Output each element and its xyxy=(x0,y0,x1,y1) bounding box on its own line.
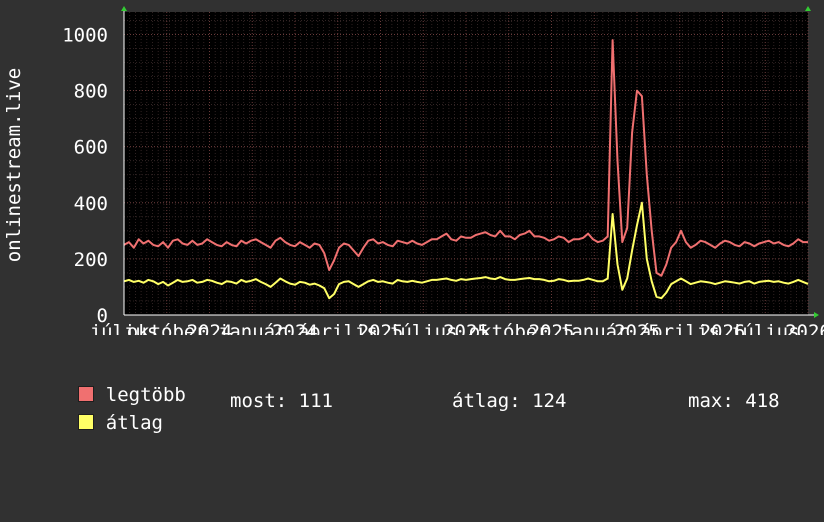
x-tick-label: 2026 xyxy=(785,321,824,335)
stat-max: max: 418 xyxy=(688,390,780,412)
legend-row-avg: átlag most: 111 átlag: 124 max: 418 xyxy=(32,390,812,522)
y-axis-label: onlinestream.live xyxy=(3,68,25,262)
chart-root: 0 200 400 600 800 1000 július október 2024 január… xyxy=(0,0,824,434)
y-tick-label: 200 xyxy=(74,249,108,271)
y-tick-label: 600 xyxy=(74,137,108,159)
stat-now: most: 111 xyxy=(230,390,333,412)
y-tick-label: 800 xyxy=(74,81,108,103)
y-tick-label: 400 xyxy=(74,193,108,215)
legend-swatch-avg xyxy=(77,414,94,430)
y-tick-label: 1000 xyxy=(62,24,108,46)
stat-avg: átlag: 124 xyxy=(452,390,567,412)
legend-label-avg: átlag xyxy=(105,412,163,434)
chart-svg: 02004006008001000júliusoktóber2024január… xyxy=(0,0,824,343)
